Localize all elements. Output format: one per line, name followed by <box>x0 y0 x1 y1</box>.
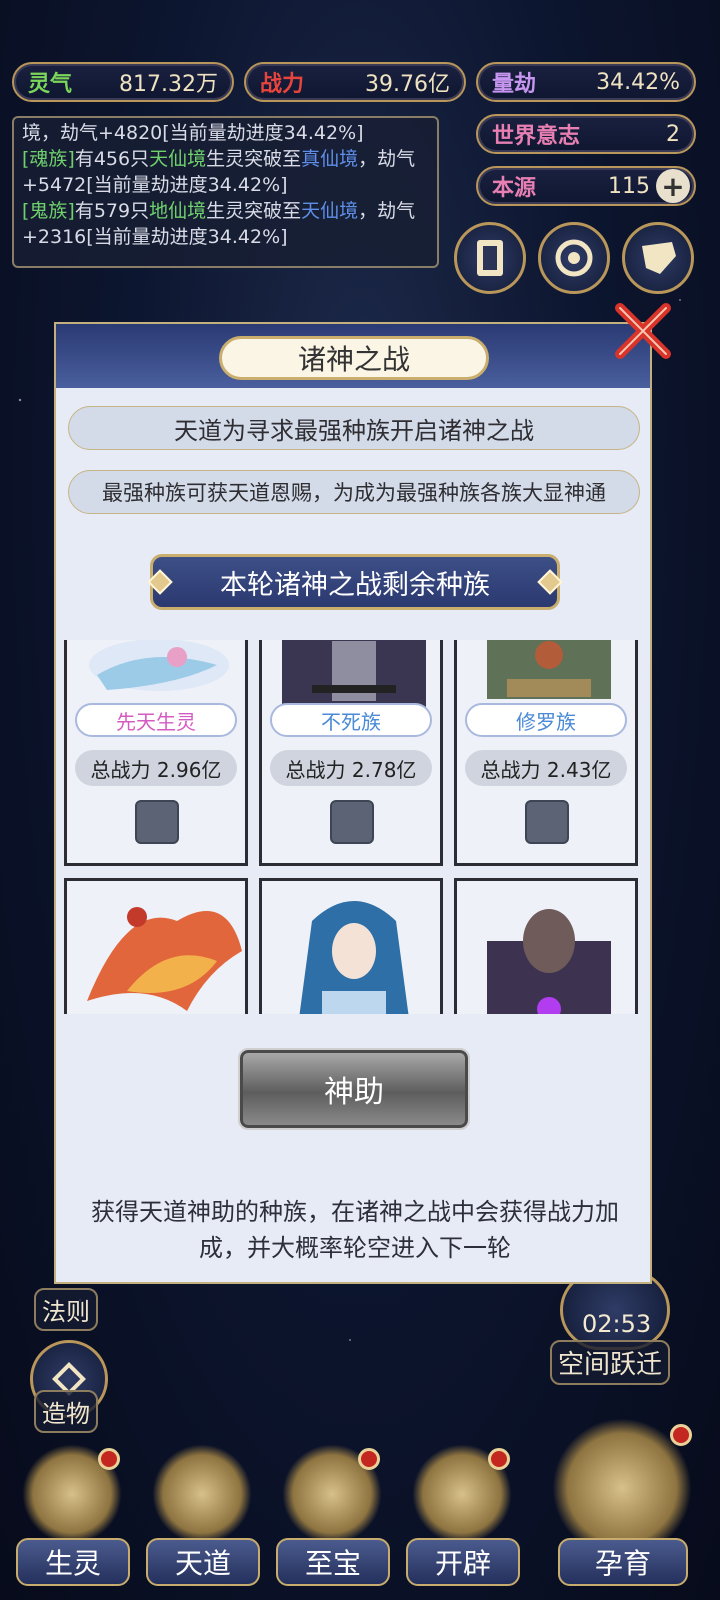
origin-label: 本源 <box>492 176 537 201</box>
vortex-icon-button[interactable] <box>538 222 610 294</box>
race-total-power: 总战力 2.43亿 <box>465 750 627 786</box>
race-name: 修罗族 <box>465 703 627 737</box>
dialog-header: 诸神之战 <box>56 324 650 388</box>
world-will-label: 世界意志 <box>492 124 581 149</box>
race-card-undead[interactable]: 不死族 总战力 2.78亿 <box>259 640 443 866</box>
liangjie-value: 34.42% <box>596 69 680 95</box>
zhanli-resource[interactable]: 战力 39.76亿 <box>244 62 466 102</box>
race-name: 不死族 <box>270 703 432 737</box>
info-line-2: 最强种族可获天道恩赐，为成为最强种族各族大显神通 <box>68 470 640 514</box>
remaining-races-banner: 本轮诸神之战剩余种族 <box>147 554 563 610</box>
creation-button[interactable]: 造物 <box>34 1390 98 1433</box>
diamond-ornament-icon <box>537 569 563 595</box>
dialog-title: 诸神之战 <box>219 336 489 380</box>
heaven-emblem-icon <box>152 1444 252 1544</box>
race-total-power: 总战力 2.78亿 <box>270 750 432 786</box>
world-will-value: 2 <box>666 121 680 147</box>
phoenix-portrait <box>87 907 242 1011</box>
law-button[interactable]: 法则 <box>34 1288 98 1331</box>
log-entry: [鬼族]有579只地仙境生灵突破至天仙境，劫气+2316[当前量劫进度34.42… <box>22 200 416 248</box>
log-entry: [魂族]有456只天仙境生灵突破至真仙境，劫气+5472[当前量劫进度34.42… <box>22 148 416 196</box>
lingqi-value: 817.32万 <box>119 72 218 97</box>
race-name: 先天生灵 <box>75 703 237 737</box>
bottom-navigation: 生灵 天道 至宝 开辟 孕育 <box>0 1418 720 1600</box>
race-portrait <box>262 640 440 707</box>
zhanli-value: 39.76亿 <box>365 72 450 97</box>
notification-dot <box>670 1424 692 1446</box>
race-card-xiantian[interactable]: 先天生灵 总战力 2.96亿 <box>64 640 248 866</box>
card-icon-button[interactable] <box>454 222 526 294</box>
race-select-checkbox[interactable] <box>525 800 569 844</box>
add-origin-button[interactable]: + <box>656 169 690 203</box>
race-card-asura[interactable]: 修罗族 总战力 2.43亿 <box>454 640 638 866</box>
notification-dot <box>98 1448 120 1470</box>
lingqi-label: 灵气 <box>28 72 73 97</box>
log-realm-from: 天仙境 <box>149 148 207 170</box>
notification-dot <box>488 1448 510 1470</box>
divine-help-button[interactable]: 神助 <box>238 1048 470 1130</box>
nav-treasure[interactable]: 至宝 <box>274 1438 392 1598</box>
maiden-portrait <box>299 901 409 1014</box>
liangjie-label: 量劫 <box>492 72 537 97</box>
race-total-power: 总战力 2.96亿 <box>75 750 237 786</box>
race-portrait <box>457 640 635 707</box>
log-realm-from: 地仙境 <box>149 200 207 222</box>
race-grid[interactable]: 先天生灵 总战力 2.96亿 不死族 总战力 2.78亿 修罗族 总战力 2.4… <box>56 640 650 1014</box>
nav-treasure-label: 至宝 <box>276 1538 390 1586</box>
race-card-demon[interactable] <box>454 878 638 1014</box>
log-race: [魂族] <box>22 148 75 170</box>
space-jump-timer: 02:53 <box>582 1310 652 1338</box>
log-realm-to: 真仙境 <box>301 148 359 170</box>
nav-life-label: 生灵 <box>16 1538 130 1586</box>
scroll-icon <box>642 242 676 274</box>
nav-open[interactable]: 开辟 <box>404 1438 522 1598</box>
notification-dot <box>358 1448 380 1470</box>
nav-nurture[interactable]: 孕育 <box>548 1418 698 1598</box>
nav-heaven-label: 天道 <box>146 1538 260 1586</box>
liangjie-resource[interactable]: 量劫 34.42% <box>476 62 696 102</box>
info-line-1: 天道为寻求最强种族开启诸神之战 <box>68 406 640 450</box>
lingqi-resource[interactable]: 灵气 817.32万 <box>12 62 234 102</box>
race-select-checkbox[interactable] <box>135 800 179 844</box>
card-icon <box>477 240 503 276</box>
diamond-ornament-icon <box>147 569 173 595</box>
divine-help-description: 获得天道神助的种族，在诸神之战中会获得战力加成，并大概率轮空进入下一轮 <box>91 1198 619 1262</box>
race-card-maiden[interactable] <box>259 878 443 1014</box>
race-card-phoenix[interactable] <box>64 878 248 1014</box>
race-select-checkbox[interactable] <box>330 800 374 844</box>
nav-life[interactable]: 生灵 <box>14 1438 132 1598</box>
battle-of-gods-dialog: 诸神之战 天道为寻求最强种族开启诸神之战 最强种族可获天道恩赐，为成为最强种族各… <box>54 322 652 1284</box>
scroll-icon-button[interactable] <box>622 222 694 294</box>
origin-resource[interactable]: 本源 115 + <box>476 166 696 206</box>
demon-portrait <box>487 909 611 1014</box>
log-race: [鬼族] <box>22 200 75 222</box>
log-line: 境，劫气+4820[当前量劫进度34.42%] <box>22 122 364 144</box>
race-portrait <box>67 640 245 707</box>
event-log[interactable]: 境，劫气+4820[当前量劫进度34.42%] [魂族]有456只天仙境生灵突破… <box>12 116 439 268</box>
remaining-races-title: 本轮诸神之战剩余种族 <box>220 569 490 601</box>
close-icon[interactable] <box>612 300 674 362</box>
zhanli-label: 战力 <box>260 72 305 97</box>
vortex-icon <box>555 239 593 277</box>
origin-value: 115 <box>608 173 650 199</box>
nav-open-label: 开辟 <box>406 1538 520 1586</box>
nav-heaven[interactable]: 天道 <box>144 1438 262 1598</box>
log-realm-to: 天仙境 <box>301 200 359 222</box>
nav-nurture-label: 孕育 <box>558 1538 688 1586</box>
space-jump-button[interactable]: 空间跃迁 <box>550 1340 671 1385</box>
world-will-resource[interactable]: 世界意志 2 <box>476 114 696 154</box>
